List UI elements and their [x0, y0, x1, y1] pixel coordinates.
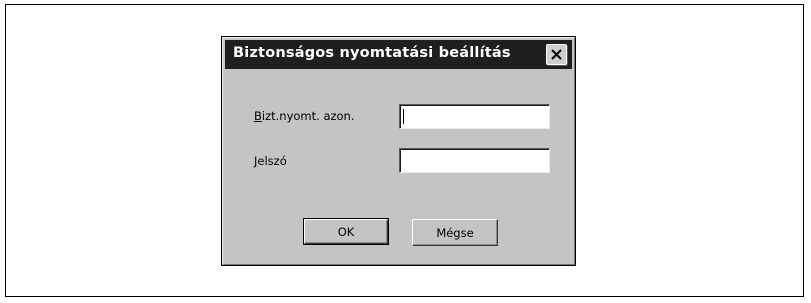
text-caret [403, 109, 404, 124]
secure-id-label: Bizt.nyomt. azon. [254, 109, 355, 123]
secure-id-label-text: izt.nyomt. azon. [261, 109, 355, 123]
password-label-text: elszó [257, 154, 287, 168]
cancel-button-label: Mégse [436, 225, 474, 240]
cancel-button[interactable]: Mégse [412, 219, 498, 246]
dialog-title: Biztonságos nyomtatási beállítás [233, 45, 511, 61]
ok-button[interactable]: OK [303, 218, 389, 245]
password-label: Jelszó [254, 154, 287, 168]
close-icon [551, 49, 562, 60]
secure-id-label-accelerator: B [254, 109, 262, 123]
password-input[interactable] [399, 148, 550, 173]
ok-button-label: OK [337, 224, 355, 239]
secure-print-dialog: Biztonságos nyomtatási beállítás Bizt.ny… [221, 36, 576, 266]
close-button[interactable] [546, 44, 567, 65]
title-bar[interactable]: Biztonságos nyomtatási beállítás [225, 40, 572, 69]
secure-id-input[interactable] [399, 104, 550, 129]
